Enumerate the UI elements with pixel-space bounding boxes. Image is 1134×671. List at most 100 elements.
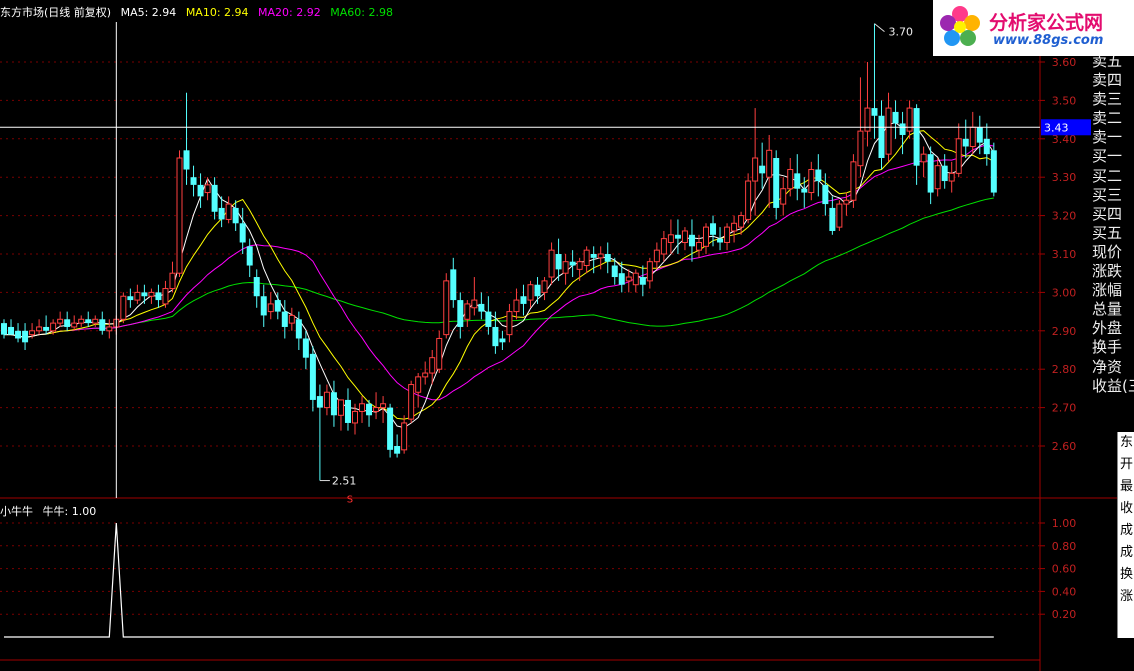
sell-signal-label: S [347,495,353,506]
candle-body [590,254,597,258]
quote-label: 买一 [1092,147,1123,166]
quote-label: 买二 [1092,166,1123,185]
quote-label: 卖四 [1092,71,1123,90]
candle-body [724,226,731,243]
candle-body [253,277,260,297]
candle-body [527,284,534,301]
candle-body [50,322,57,332]
candle-body [366,403,373,416]
candle-body [316,396,323,408]
y-tick-label: 2.80 [1052,363,1077,376]
candle-body [295,319,302,339]
candle-body [597,253,604,259]
candle-body [281,311,288,327]
candle-body [71,322,78,328]
candle-body [85,319,92,324]
candle-body [969,126,976,147]
high-pointer [874,23,885,32]
quote-label: 净资 [1092,357,1123,376]
candle-body [604,254,611,262]
candle-body [457,300,464,327]
candle-body [169,272,176,290]
candle-body [183,150,190,170]
candle-body [948,172,955,182]
y-tick-label: 2.90 [1052,325,1077,338]
candle-body [766,149,773,178]
ma5-line [4,122,995,429]
candle-body [955,138,962,174]
candle-body [106,326,113,332]
candle-body [36,326,43,332]
candle-body [162,288,169,305]
y-tick-label: 3.50 [1052,94,1077,107]
candle-body [450,269,457,301]
candle-body [899,123,906,135]
candle-body [632,272,639,286]
quote-label: 买五 [1092,223,1123,242]
quote-label: 卖二 [1092,109,1123,128]
candle-body [541,280,548,293]
candle-body [745,180,752,220]
candle-body [885,107,892,155]
candle-body [653,249,660,263]
candle-body [99,319,106,331]
candle-body [583,249,590,267]
candle-body [710,223,717,235]
quote-label: 总量 [1092,300,1123,319]
candle-body [513,299,520,313]
candle-body [443,280,450,336]
candle-body [232,207,239,224]
candle-body [808,169,815,194]
candle-body [211,184,218,212]
candle-body [309,353,316,400]
candle-body [829,207,836,231]
flower-logo-icon [940,6,980,46]
candle-body [415,376,422,393]
candle-body [773,158,780,208]
candle-body [148,291,155,297]
candle-body [120,295,127,320]
candle-body [478,303,485,312]
candle-body [941,165,948,182]
candle-body [927,154,934,193]
quote-label: 买四 [1092,204,1123,223]
candle-body [155,292,162,301]
candle-body [401,422,408,451]
price-chart[interactable]: 3.603.503.403.303.203.103.002.902.802.70… [0,0,1134,671]
high-label: 3.70 [888,26,913,39]
candle-body [246,246,253,266]
ma60-line [4,197,994,339]
y-tick-label: 3.30 [1052,171,1077,184]
candle-body [64,319,71,327]
info-label: 成 [1120,523,1134,538]
candle-body [422,372,429,378]
candle-body [646,261,653,282]
niuniu-series-line [4,522,994,638]
info-label: 涨 [1120,589,1134,604]
candle-body [323,391,330,409]
indicator-y-tick-label: 0.20 [1052,608,1077,621]
candle-body [871,108,878,116]
candle-body [499,338,506,343]
indicator-header: 小牛牛 牛牛: 1.00 [0,503,102,519]
info-label: 收 [1120,501,1134,516]
candle-body [717,238,724,243]
candle-body [836,203,843,228]
y-tick-label: 3.60 [1052,56,1077,69]
quote-label: 买三 [1092,185,1123,204]
candle-body [611,265,618,278]
ma20-line [4,144,994,401]
info-panel: 东开最收成成换涨 [1117,432,1134,638]
quote-label: 外盘 [1092,319,1123,338]
info-label: 开 [1120,457,1134,472]
quote-label: 涨幅 [1092,281,1123,300]
candle-body [337,399,344,416]
candle-body [660,238,667,255]
candle-body [204,184,211,194]
indicator-y-tick-label: 0.80 [1052,540,1077,553]
candle-body [436,337,443,370]
candle-body [759,165,766,174]
quote-label: 现价 [1092,242,1123,261]
candle-body [260,296,267,316]
candle-body [892,111,899,124]
